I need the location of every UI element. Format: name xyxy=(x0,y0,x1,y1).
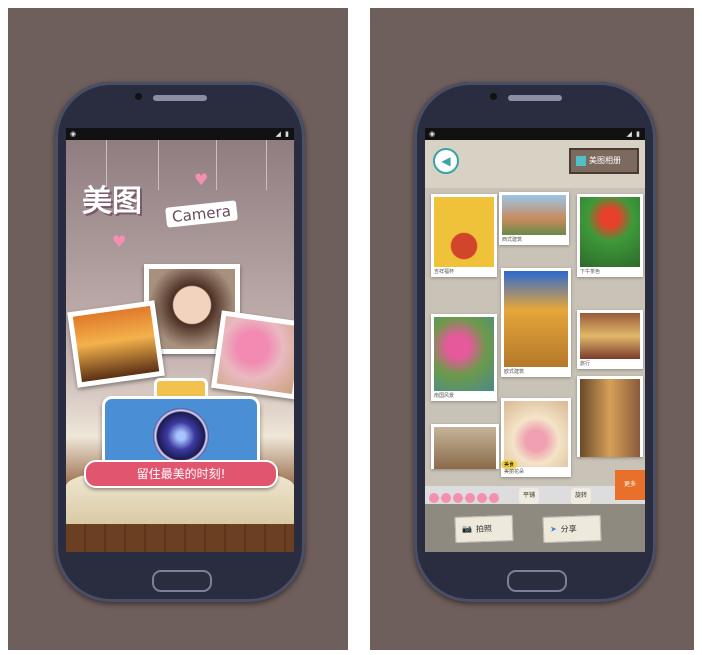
slogan-banner: 留住最美的时刻! xyxy=(84,460,278,488)
status-bar: ◉ ◢ ▮ xyxy=(425,128,645,140)
photo-caption: 西式建筑 xyxy=(502,237,523,243)
teapot-thumbnail xyxy=(434,197,494,267)
back-button[interactable]: ◀ xyxy=(433,148,459,174)
photo-caption: 旅行 xyxy=(580,361,591,367)
hanging-string xyxy=(216,140,217,190)
flower-pot-thumbnail xyxy=(434,317,494,391)
wooden-table xyxy=(66,524,294,552)
paper-plane-icon: ➤ xyxy=(549,524,557,534)
phone-device: ◉ ◢ ▮ 美图 Camera ♥ ♥ 留住最美的时刻! xyxy=(55,82,305,602)
share-label: 分享 xyxy=(560,524,577,534)
bottom-action-bar: 📷 拍照 ➤ 分享 xyxy=(425,504,645,552)
front-camera-icon xyxy=(490,93,497,100)
photo-card[interactable]: 西式建筑 xyxy=(499,192,569,245)
app-notification-icon: ◉ xyxy=(70,130,77,138)
food-tag: 美食 xyxy=(501,460,518,469)
photo-card[interactable]: 欧式建筑 xyxy=(501,268,571,377)
heart-dot-icon xyxy=(429,493,439,503)
back-arrow-icon: ◀ xyxy=(441,154,451,168)
sunset-photo xyxy=(67,300,165,388)
hanging-string xyxy=(266,140,267,190)
take-photo-label: 拍照 xyxy=(475,524,493,534)
status-bar: ◉ ◢ ▮ xyxy=(66,128,294,140)
album-button-label: 美图相册 xyxy=(589,156,621,165)
photo-card[interactable] xyxy=(577,376,643,457)
heart-dot-icon xyxy=(465,493,475,503)
tower-thumbnail xyxy=(504,271,568,367)
earpiece-speaker xyxy=(153,95,207,101)
splash-background: 美图 Camera ♥ ♥ xyxy=(66,140,294,552)
umbrella-thumbnail xyxy=(580,197,640,267)
more-tab-label: 更多 xyxy=(623,481,636,488)
gallery-screen: ◉ ◢ ▮ ◀ 美图相册 吉祥福杯 西式建筑 下午茶色 南国风景 欧式建筑 旅行… xyxy=(425,128,645,552)
photo-caption: 吉祥福杯 xyxy=(434,269,455,275)
street-thumbnail xyxy=(580,379,640,457)
camera-icon: 📷 xyxy=(461,524,473,534)
photo-card[interactable]: 旅行 xyxy=(577,310,643,369)
building-thumbnail xyxy=(502,195,566,235)
earpiece-speaker xyxy=(508,95,562,101)
photo-card[interactable]: 南国风景 xyxy=(431,314,497,401)
photo-grid: 吉祥福杯 西式建筑 下午茶色 南国风景 欧式建筑 旅行 美丽花朵 美食 xyxy=(425,188,645,486)
left-photo-panel: ◉ ◢ ▮ 美图 Camera ♥ ♥ 留住最美的时刻! xyxy=(8,8,348,650)
front-camera-icon xyxy=(135,93,142,100)
cake-thumbnail xyxy=(434,427,496,469)
rotate-label: 旋转 xyxy=(575,492,588,499)
app-logo-english: Camera xyxy=(165,200,238,228)
camera-lens-icon xyxy=(153,408,209,464)
signal-battery-icons: ◢ ▮ xyxy=(275,130,290,138)
more-tab[interactable]: 更多 xyxy=(615,470,645,500)
hanging-string xyxy=(158,140,159,190)
phone-device: ◉ ◢ ▮ ◀ 美图相册 吉祥福杯 西式建筑 下午茶色 南国风景 欧式建筑 旅行… xyxy=(414,82,656,602)
photo-card[interactable]: 下午茶色 xyxy=(577,194,643,277)
heart-dot-icon xyxy=(477,493,487,503)
take-photo-button[interactable]: 📷 拍照 xyxy=(454,514,514,544)
rotate-control[interactable]: 旋转 xyxy=(571,488,592,504)
flowers-photo-image xyxy=(216,316,294,394)
album-icon xyxy=(576,155,586,166)
signal-battery-icons: ◢ ▮ xyxy=(626,130,641,138)
photo-caption: 下午茶色 xyxy=(580,269,601,275)
home-button[interactable] xyxy=(152,570,212,592)
carousel-thumbnail xyxy=(580,313,640,359)
photo-caption: 欧式建筑 xyxy=(504,369,525,375)
heart-dot-icon xyxy=(441,493,451,503)
heart-icon: ♥ xyxy=(112,232,127,251)
sunset-photo-image xyxy=(72,305,160,383)
photo-card[interactable]: 吉祥福杯 xyxy=(431,194,497,277)
tile-control[interactable]: 平铺 xyxy=(519,488,540,504)
heart-dot-icon xyxy=(489,493,499,503)
photo-card[interactable] xyxy=(431,424,499,469)
app-logo-chinese: 美图 xyxy=(82,184,142,219)
right-photo-panel: ◉ ◢ ▮ ◀ 美图相册 吉祥福杯 西式建筑 下午茶色 南国风景 欧式建筑 旅行… xyxy=(370,8,694,650)
heart-dot-icon xyxy=(453,493,463,503)
splash-screen: ◉ ◢ ▮ 美图 Camera ♥ ♥ 留住最美的时刻! xyxy=(66,128,294,552)
share-button[interactable]: ➤ 分享 xyxy=(542,514,602,544)
tile-label: 平铺 xyxy=(523,492,536,499)
flowers-photo xyxy=(210,310,294,400)
album-button[interactable]: 美图相册 xyxy=(569,148,639,174)
page-indicator xyxy=(429,488,501,503)
gallery-header: ◀ 美图相册 xyxy=(425,140,645,188)
teacup-thumbnail xyxy=(504,401,568,467)
home-button[interactable] xyxy=(507,570,567,592)
photo-caption: 南国风景 xyxy=(434,393,455,399)
app-notification-icon: ◉ xyxy=(429,130,436,138)
heart-icon: ♥ xyxy=(194,170,209,189)
